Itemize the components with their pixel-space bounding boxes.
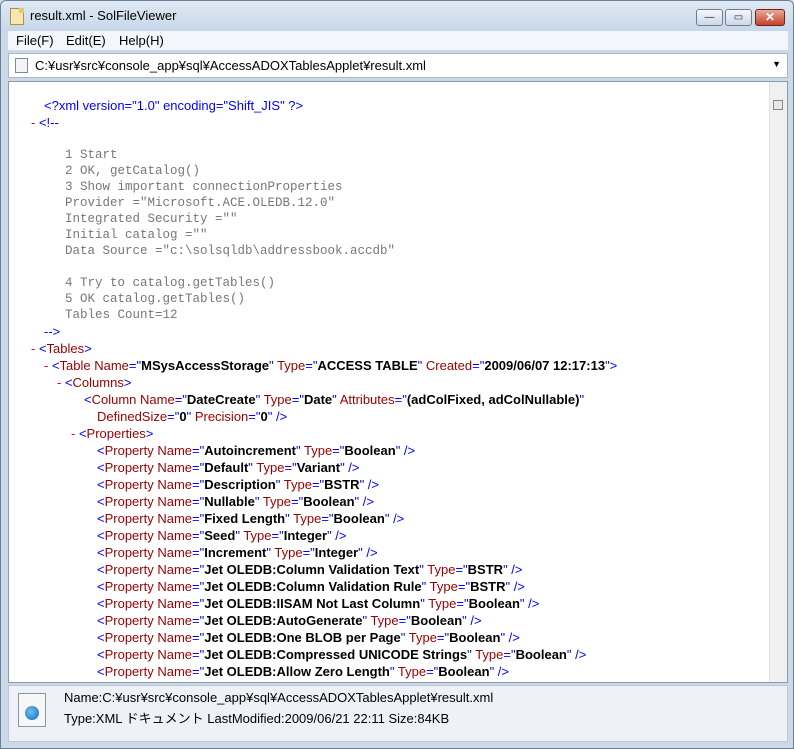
property-name: Jet OLEDB:AutoGenerate bbox=[204, 613, 363, 628]
comment-line: 4 Try to catalog.getTables() bbox=[65, 276, 276, 290]
column-element-cont: DefinedSize="0" Precision="0" /> bbox=[97, 409, 288, 424]
menu-help[interactable]: Help(H) bbox=[119, 33, 164, 48]
xml-declaration: <?xml version="1.0" encoding="Shift_JIS"… bbox=[44, 98, 304, 113]
property-name: Fixed Length bbox=[204, 511, 286, 526]
maximize-button[interactable]: ▭ bbox=[725, 9, 752, 26]
comment-line: 5 OK catalog.getTables() bbox=[65, 292, 246, 306]
property-element: <Property Name="Increment" Type="Integer… bbox=[97, 545, 378, 560]
status-bar: Name:C:¥usr¥src¥console_app¥sql¥AccessAD… bbox=[8, 685, 788, 742]
document-icon bbox=[10, 8, 24, 25]
property-type: BSTR bbox=[324, 477, 360, 492]
column-element: <Column Name="DateCreate" Type="Date" At… bbox=[84, 392, 585, 407]
comment-line: Provider ="Microsoft.ACE.OLEDB.12.0" bbox=[65, 196, 336, 210]
window-title: result.xml - SolFileViewer bbox=[30, 8, 177, 23]
property-name: Jet OLEDB:Compressed UNICODE Strings bbox=[204, 647, 468, 662]
comment-line: 3 Show important connectionProperties bbox=[65, 180, 343, 194]
column-name: DateCreate bbox=[186, 392, 256, 407]
property-type: Boolean bbox=[333, 511, 385, 526]
property-element: <Property Name="Nullable" Type="Boolean"… bbox=[97, 494, 374, 509]
dropdown-arrow-icon[interactable]: ▼ bbox=[772, 59, 781, 69]
status-file-meta: Type:XML ドキュメント LastModified:2009/06/21 … bbox=[64, 711, 450, 726]
column-attributes: (adColFixed, adColNullable) bbox=[406, 392, 580, 407]
property-element: <Property Name="Jet OLEDB:Compressed UNI… bbox=[97, 647, 587, 662]
property-element: <Property Name="Fixed Length" Type="Bool… bbox=[97, 511, 405, 526]
collapse-toggle[interactable]: - bbox=[57, 375, 65, 390]
vertical-scrollbar[interactable] bbox=[769, 82, 787, 682]
property-element: <Property Name="Jet OLEDB:AutoGenerate" … bbox=[97, 613, 482, 628]
comment-line: 2 OK, getCatalog() bbox=[65, 164, 201, 178]
property-element: <Property Name="Jet OLEDB:Column Validat… bbox=[97, 579, 525, 594]
property-type: Boolean bbox=[303, 494, 355, 509]
property-element: <Property Name="Autoincrement" Type="Boo… bbox=[97, 443, 416, 458]
columns-open-line: - <Columns> bbox=[57, 375, 132, 390]
property-type: Boolean bbox=[449, 630, 501, 645]
column-defined-size: 0 bbox=[179, 409, 187, 424]
tables-open-line: - <Tables> bbox=[31, 341, 92, 356]
close-button[interactable]: ✕ bbox=[755, 9, 785, 26]
property-type: Integer bbox=[283, 528, 328, 543]
property-type: Boolean bbox=[344, 443, 396, 458]
property-element: <Property Name="Jet OLEDB:IISAM Not Last… bbox=[97, 596, 540, 611]
table-type: ACCESS TABLE bbox=[317, 358, 418, 373]
collapse-toggle[interactable]: - bbox=[44, 358, 52, 373]
property-element: <Property Name="Jet OLEDB:Column Validat… bbox=[97, 562, 523, 577]
property-type: Boolean bbox=[515, 647, 567, 662]
comment-line: Initial catalog ="" bbox=[65, 228, 208, 242]
menu-file[interactable]: File(F) bbox=[16, 33, 54, 48]
comment-open-line: - <!-- bbox=[31, 115, 59, 132]
comment-line: Data Source ="c:\solsqldb\addressbook.ac… bbox=[65, 244, 396, 258]
table-name: MSysAccessStorage bbox=[141, 358, 270, 373]
table-created: 2009/06/07 12:17:13 bbox=[484, 358, 606, 373]
file-icon bbox=[15, 58, 28, 73]
property-name: Default bbox=[204, 460, 249, 475]
column-type: Date bbox=[303, 392, 333, 407]
xml-viewer[interactable]: <?xml version="1.0" encoding="Shift_JIS"… bbox=[8, 81, 788, 683]
menu-bar: File(F) Edit(E) Help(H) bbox=[8, 31, 788, 50]
property-name: Jet OLEDB:One BLOB per Page bbox=[204, 630, 401, 645]
property-type: Boolean bbox=[410, 613, 463, 628]
collapse-toggle[interactable]: - bbox=[31, 115, 39, 130]
menu-edit[interactable]: Edit(E) bbox=[66, 33, 106, 48]
property-name: Jet OLEDB:IISAM Not Last Column bbox=[204, 596, 421, 611]
comment-line: Integrated Security ="" bbox=[65, 212, 238, 226]
property-type: Boolean bbox=[468, 596, 520, 611]
status-file-name: Name:C:¥usr¥src¥console_app¥sql¥AccessAD… bbox=[64, 690, 494, 705]
property-element: <Property Name="Default" Type="Variant" … bbox=[97, 460, 360, 475]
property-type: Boolean bbox=[438, 664, 490, 679]
title-bar[interactable]: result.xml - SolFileViewer — ▭ ✕ bbox=[1, 1, 793, 31]
property-type: Variant bbox=[296, 460, 341, 475]
property-element: <Property Name="Jet OLEDB:One BLOB per P… bbox=[97, 630, 520, 645]
app-window: result.xml - SolFileViewer — ▭ ✕ File(F)… bbox=[0, 0, 794, 749]
property-name: Jet OLEDB:Column Validation Text bbox=[204, 562, 420, 577]
path-text: C:¥usr¥src¥console_app¥sql¥AccessADOXTab… bbox=[35, 58, 426, 73]
collapse-toggle[interactable]: - bbox=[71, 426, 79, 441]
comment-open: <!-- bbox=[38, 115, 59, 130]
property-element: <Property Name="Description" Type="BSTR"… bbox=[97, 477, 379, 492]
properties-open-line: - <Properties> bbox=[71, 426, 154, 441]
property-type: BSTR bbox=[467, 562, 504, 577]
path-combobox[interactable]: C:¥usr¥src¥console_app¥sql¥AccessADOXTab… bbox=[8, 53, 788, 78]
property-name: Autoincrement bbox=[204, 443, 296, 458]
collapse-toggle[interactable]: - bbox=[31, 341, 39, 356]
column-precision: 0 bbox=[260, 409, 268, 424]
property-name: Jet OLEDB:Allow Zero Length bbox=[204, 664, 390, 679]
property-element: <Property Name="Seed" Type="Integer" /> bbox=[97, 528, 347, 543]
minimize-button[interactable]: — bbox=[696, 9, 723, 26]
property-type: BSTR bbox=[470, 579, 506, 594]
property-name: Seed bbox=[204, 528, 236, 543]
property-type: Integer bbox=[314, 545, 359, 560]
scroll-thumb[interactable] bbox=[773, 100, 783, 110]
table-element: - <Table Name="MSysAccessStorage" Type="… bbox=[44, 358, 618, 373]
xml-content: <?xml version="1.0" encoding="Shift_JIS"… bbox=[9, 82, 769, 682]
property-name: Nullable bbox=[204, 494, 255, 509]
property-element: <Property Name="Jet OLEDB:Allow Zero Len… bbox=[97, 664, 510, 679]
property-name: Increment bbox=[204, 545, 267, 560]
comment-line: 1 Start bbox=[65, 148, 118, 162]
property-name: Jet OLEDB:Column Validation Rule bbox=[204, 579, 422, 594]
property-name: Description bbox=[204, 477, 276, 492]
comment-line: Tables Count=12 bbox=[65, 308, 178, 322]
comment-close: --> bbox=[44, 324, 61, 339]
tables-tag: Tables bbox=[46, 341, 85, 356]
xml-file-icon bbox=[18, 693, 46, 727]
